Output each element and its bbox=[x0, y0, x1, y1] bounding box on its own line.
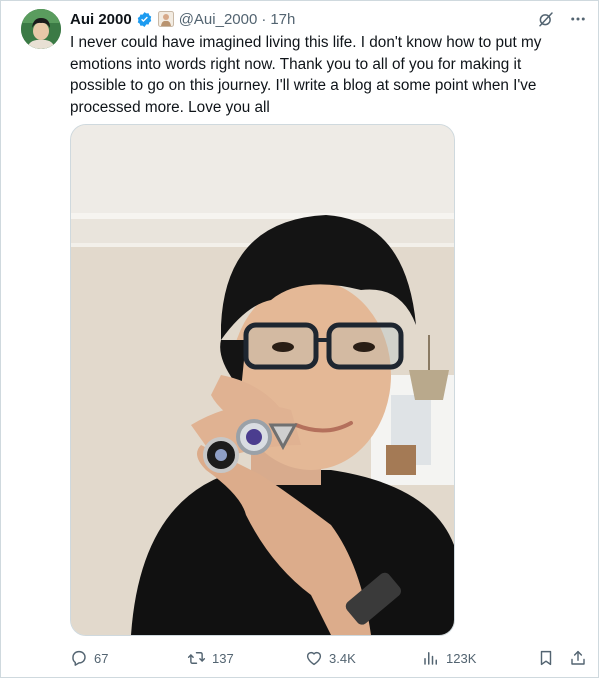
author-avatar[interactable] bbox=[21, 9, 61, 49]
affiliate-badge-icon bbox=[157, 11, 174, 27]
photo-selfie-with-rings bbox=[71, 125, 454, 635]
avatar-image bbox=[21, 9, 61, 49]
author-handle[interactable]: @Aui_2000 bbox=[179, 11, 258, 28]
tweet-timestamp[interactable]: 17h bbox=[270, 11, 295, 28]
verified-badge-icon bbox=[136, 11, 153, 28]
views-chart-icon bbox=[424, 652, 437, 665]
like-button[interactable]: 3.4K bbox=[305, 649, 356, 667]
bookmark-icon[interactable] bbox=[537, 649, 555, 667]
repost-icon bbox=[187, 652, 206, 664]
secondary-actions bbox=[537, 649, 587, 667]
views-count: 123K bbox=[446, 650, 477, 666]
more-options-icon[interactable] bbox=[569, 10, 587, 28]
grok-icon[interactable] bbox=[537, 10, 555, 28]
tweet-text: I never could have imagined living this … bbox=[70, 34, 542, 116]
heart-icon bbox=[306, 651, 322, 666]
tweet-header: Aui 2000 @Aui_2000 · 17h bbox=[70, 8, 587, 30]
reply-button[interactable]: 67 bbox=[70, 649, 108, 667]
share-icon[interactable] bbox=[569, 649, 587, 667]
views-button[interactable]: 123K bbox=[422, 649, 476, 667]
reply-icon bbox=[72, 650, 86, 666]
repost-count: 137 bbox=[212, 650, 234, 666]
tweet-photo[interactable] bbox=[70, 124, 455, 636]
like-count: 3.4K bbox=[329, 650, 356, 666]
separator-dot: · bbox=[261, 10, 267, 28]
header-actions bbox=[537, 10, 587, 28]
author-display-name[interactable]: Aui 2000 bbox=[70, 11, 132, 28]
repost-button[interactable]: 137 bbox=[187, 649, 234, 667]
tweet-actions-bar: 67 137 3.4K 123K bbox=[70, 646, 587, 670]
reply-count: 67 bbox=[94, 650, 109, 666]
